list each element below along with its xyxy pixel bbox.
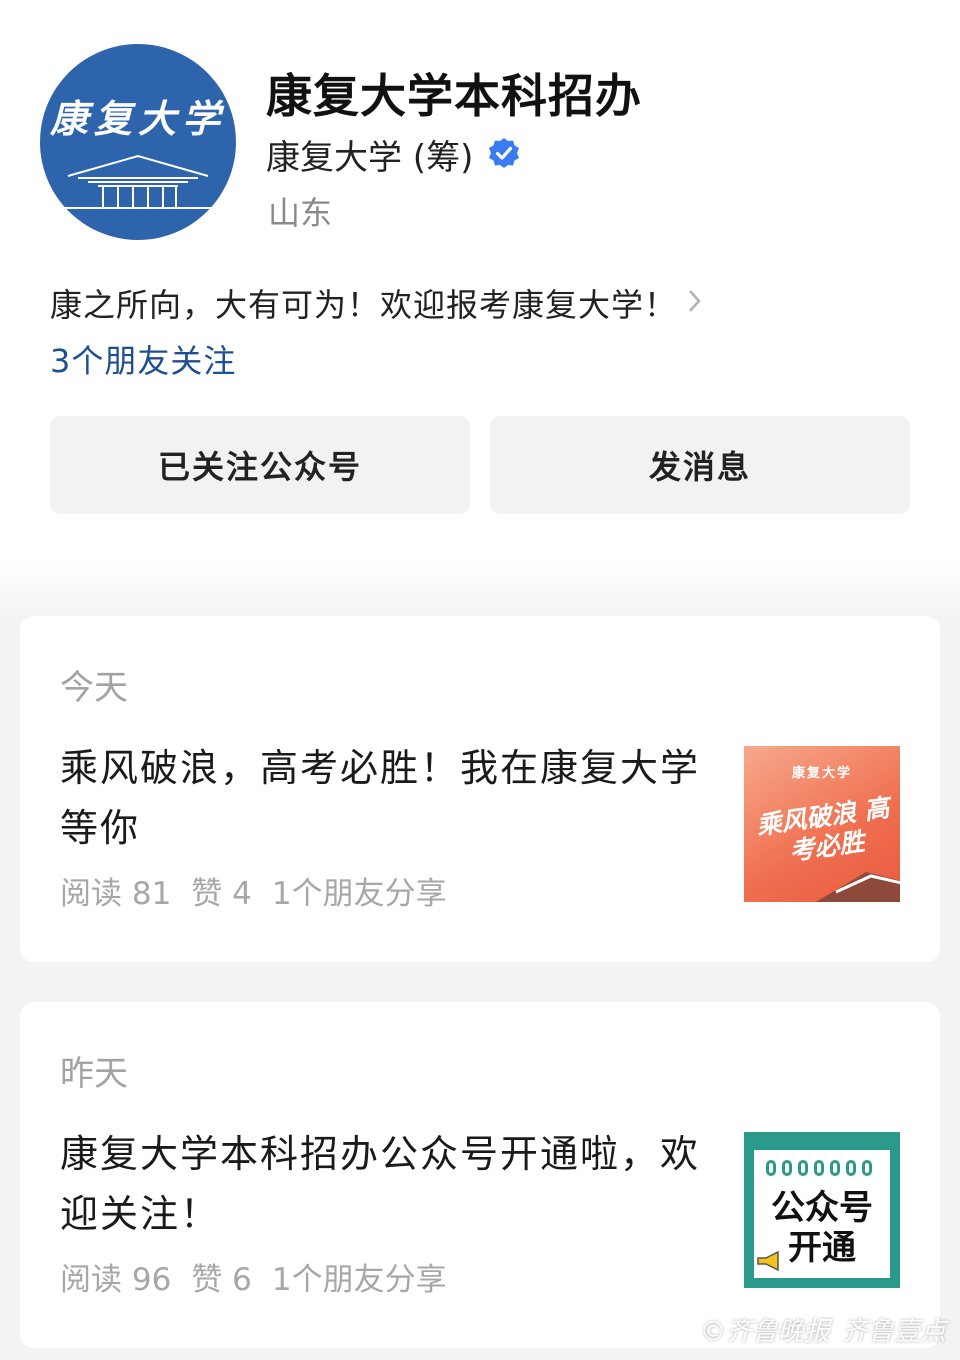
chevron-right-icon: [687, 288, 703, 318]
avatar-logo-text: 康复大学: [49, 96, 226, 141]
megaphone-icon: [757, 1250, 779, 1272]
share-count: 1个朋友分享: [271, 1262, 447, 1298]
article-title[interactable]: 乘风破浪，高考必胜！我在康复大学等你: [60, 738, 710, 858]
watermark-right: 齐鲁壹点: [841, 1317, 946, 1347]
region-label: 山东: [268, 194, 333, 232]
like-count: 赞 6: [191, 1262, 252, 1298]
send-message-button[interactable]: 发消息: [490, 416, 910, 514]
watermark: ©齐鲁晚报 齐鲁壹点: [688, 1311, 946, 1348]
day-label: 昨天: [60, 1054, 128, 1094]
watermark-left: ©齐鲁晚报: [699, 1317, 830, 1347]
article-card[interactable]: 昨天 康复大学本科招办公众号开通啦，欢迎关注！ 阅读 96 赞 6 1个朋友分享…: [20, 1002, 940, 1348]
avatar[interactable]: 康复大学: [40, 44, 236, 240]
account-name: 康复大学本科招办: [266, 69, 642, 123]
verified-icon: [487, 136, 521, 174]
account-bio: 康之所向，大有可为！欢迎报考康复大学！: [50, 286, 678, 324]
article-title[interactable]: 康复大学本科招办公众号开通啦，欢迎关注！: [60, 1124, 710, 1244]
thumbnail-slogan: 乘风破浪 高考必胜: [754, 792, 892, 866]
article-thumbnail[interactable]: 康复大学 乘风破浪 高考必胜: [744, 746, 900, 902]
article-thumbnail[interactable]: 公众号 开通: [744, 1132, 900, 1288]
day-label: 今天: [60, 668, 128, 708]
share-count: 1个朋友分享: [271, 876, 447, 912]
friends-following-link[interactable]: 3个朋友关注: [50, 336, 236, 382]
read-count: 阅读 81: [60, 876, 172, 912]
org-row: 康复大学 (筹): [266, 130, 521, 179]
thumbnail-brand-text: 康复大学: [791, 766, 852, 781]
article-meta: 阅读 81 赞 4 1个朋友分享: [60, 868, 467, 913]
article-card[interactable]: 今天 乘风破浪，高考必胜！我在康复大学等你 阅读 81 赞 4 1个朋友分享 康…: [20, 616, 940, 962]
notepad-rings: [766, 1160, 872, 1176]
article-meta: 阅读 96 赞 6 1个朋友分享: [60, 1254, 467, 1299]
roof-illustration: [816, 872, 900, 902]
org-name: 康复大学 (筹): [266, 138, 474, 178]
building-icon: [63, 154, 213, 209]
followed-button[interactable]: 已关注公众号: [50, 416, 470, 514]
bio-row[interactable]: 康之所向，大有可为！欢迎报考康复大学！: [50, 280, 703, 326]
like-count: 赞 4: [191, 876, 252, 912]
notepad-illustration: 公众号 开通: [754, 1150, 890, 1278]
read-count: 阅读 96: [60, 1262, 172, 1298]
